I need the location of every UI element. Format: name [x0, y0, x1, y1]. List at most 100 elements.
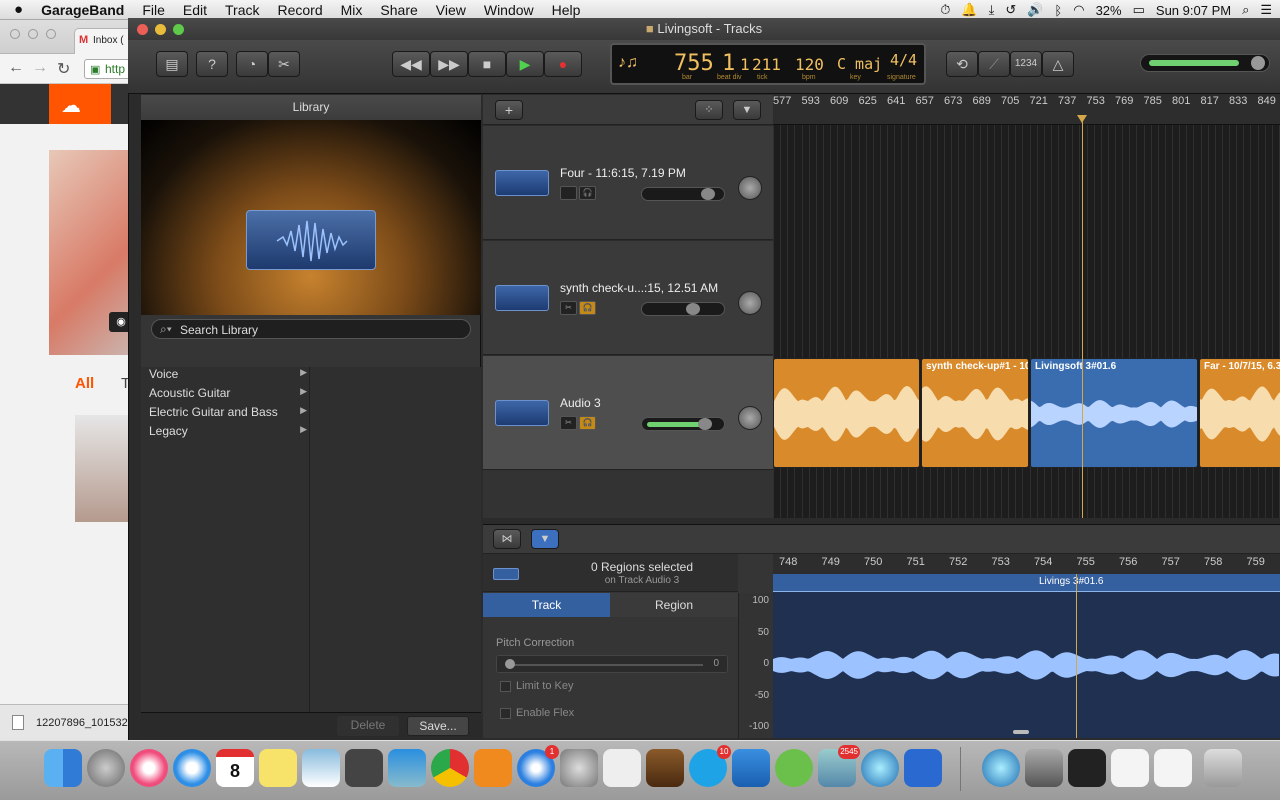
enable-flex-checkbox[interactable] — [500, 708, 511, 719]
fader-knob[interactable] — [698, 418, 712, 430]
library-item-voice[interactable]: Voice ▶ — [149, 367, 307, 385]
menu-share[interactable]: Share — [371, 2, 426, 18]
stop-button[interactable]: ■ — [468, 51, 506, 77]
menu-view[interactable]: View — [427, 2, 475, 18]
play-button[interactable]: ▶ — [506, 51, 544, 77]
ibooks-icon[interactable] — [474, 749, 512, 787]
document-1-icon[interactable] — [1111, 749, 1149, 787]
record-button[interactable]: ● — [544, 51, 582, 77]
preview-icon[interactable] — [302, 749, 340, 787]
delete-button[interactable]: Delete — [337, 716, 399, 736]
garageband-icon[interactable] — [646, 749, 684, 787]
editor-region-strip[interactable]: Livings 3#01.6 — [773, 574, 1280, 592]
system-preferences-icon[interactable] — [560, 749, 598, 787]
menu-mix[interactable]: Mix — [332, 2, 372, 18]
tuner-button[interactable]: ⟋ — [978, 51, 1010, 77]
tab-region[interactable]: Region — [610, 593, 738, 617]
menu-help[interactable]: Help — [543, 2, 590, 18]
fader-knob[interactable] — [686, 303, 700, 315]
bluetooth-dock-icon[interactable] — [904, 749, 942, 787]
fast-forward-button[interactable]: ▶▶ — [430, 51, 468, 77]
history-icon[interactable]: ↺ — [1005, 2, 1016, 18]
pan-knob[interactable] — [738, 291, 762, 315]
mail-icon[interactable]: 2545 — [818, 745, 860, 787]
audio-region[interactable] — [773, 358, 920, 468]
filter-button[interactable]: ▼ — [733, 100, 761, 120]
menu-record[interactable]: Record — [268, 2, 331, 18]
tracks-timeline[interactable]: 577 593 609 625 641 657 673 689 705 721 737 753 769 7… — [773, 95, 1280, 518]
track-header[interactable]: Four - 11:6:15, 7.19 PM 🎧 — [483, 126, 773, 240]
editor-ruler[interactable]: 748 749 750 751 752 753 754 755 756 757 758 759 — [773, 554, 1280, 574]
filter-all-tab[interactable]: All — [75, 375, 94, 392]
menu-window[interactable]: Window — [475, 2, 543, 18]
search-input[interactable]: ⌕▾ Search Library — [151, 319, 471, 339]
help-button[interactable]: ? — [196, 51, 228, 77]
tab-track[interactable]: Track — [483, 593, 610, 617]
automation-button[interactable]: ⁘ — [695, 100, 723, 120]
screenshot-2-icon[interactable] — [1068, 749, 1106, 787]
menu-edit[interactable]: Edit — [174, 2, 216, 18]
fader-knob[interactable] — [701, 188, 715, 200]
editor-playhead[interactable] — [1076, 574, 1077, 738]
calendar-icon[interactable]: 8 — [216, 749, 254, 787]
download-icon[interactable]: ⤓ — [989, 2, 995, 18]
instruments-icon[interactable] — [603, 749, 641, 787]
screenshot-1-icon[interactable] — [1025, 749, 1063, 787]
skype-icon[interactable]: 10 — [689, 745, 731, 787]
record-enable-button[interactable]: ✂ — [560, 301, 577, 315]
headphones-icon[interactable]: 🎧 — [579, 301, 596, 315]
tracks-empty-area[interactable] — [483, 470, 773, 518]
track-volume-slider[interactable] — [641, 417, 725, 431]
track-artwork[interactable] — [75, 415, 135, 522]
quicktime-icon[interactable] — [861, 749, 899, 787]
headphones-icon[interactable]: 🎧 — [579, 416, 596, 430]
editors-button[interactable]: ✂ — [268, 51, 300, 77]
apple-menu-icon[interactable]: ● — [0, 1, 32, 18]
slider-thumb[interactable] — [505, 659, 515, 669]
zoom-window-icon[interactable] — [46, 29, 56, 39]
close-button[interactable] — [137, 24, 148, 35]
volume-icon[interactable]: 🔊 — [1027, 2, 1043, 18]
master-volume-slider[interactable] — [1140, 54, 1270, 72]
stickies-icon[interactable] — [259, 749, 297, 787]
pan-knob[interactable] — [738, 176, 762, 200]
track-volume-slider[interactable] — [641, 302, 725, 316]
editor-filter-button[interactable]: ▼ — [531, 529, 559, 549]
document-2-icon[interactable] — [1154, 749, 1192, 787]
track-volume-slider[interactable] — [641, 187, 725, 201]
itunes-icon[interactable] — [130, 749, 168, 787]
playhead-handle-icon[interactable] — [1077, 115, 1087, 123]
audio-region[interactable]: synth check-up#1 - 10 — [921, 358, 1029, 468]
appstore-icon[interactable]: 1 — [517, 745, 559, 787]
rewind-button[interactable]: ◀◀ — [392, 51, 430, 77]
library-item-legacy[interactable]: Legacy ▶ — [149, 424, 307, 442]
headphones-icon[interactable]: 🎧 — [579, 186, 596, 200]
waveform-editor[interactable]: 748 749 750 751 752 753 754 755 756 757 758 759 Liv… — [773, 554, 1280, 738]
audio-region[interactable]: Livingsoft 3#01.6 — [1030, 358, 1198, 468]
library-item-electric-guitar[interactable]: Electric Guitar and Bass ▶ — [149, 405, 307, 423]
library-item-acoustic-guitar[interactable]: Acoustic Guitar ▶ — [149, 386, 307, 404]
clock[interactable]: Sun 9:07 PM — [1156, 3, 1231, 18]
launchpad-icon[interactable] — [87, 749, 125, 787]
count-in-button[interactable]: 1234 — [1010, 51, 1042, 77]
lcd-mode-icon[interactable]: ♪♫ — [618, 54, 638, 72]
reload-icon[interactable]: ↻ — [57, 59, 70, 79]
facetime-icon[interactable] — [345, 749, 383, 787]
metronome-button[interactable]: △ — [1042, 51, 1074, 77]
app-menu[interactable]: GarageBand — [32, 2, 133, 18]
editor-scroll-thumb[interactable] — [1013, 730, 1029, 734]
limit-to-key-checkbox[interactable] — [500, 681, 511, 692]
playhead[interactable] — [1077, 115, 1087, 518]
audio-region[interactable]: Far - 10/7/15, 6.3 — [1199, 358, 1280, 468]
cycle-button[interactable]: ⟲ — [946, 51, 978, 77]
spotify-icon[interactable] — [775, 749, 813, 787]
library-button[interactable]: ▤ — [156, 51, 188, 77]
editor-catch-button[interactable]: ⋈ — [493, 529, 521, 549]
spotlight-icon[interactable]: ⌕ — [1242, 2, 1249, 18]
wifi-icon[interactable]: ◠ — [1073, 2, 1084, 18]
pan-knob[interactable] — [738, 406, 762, 430]
bluetooth-icon[interactable]: ᛒ — [1054, 3, 1062, 18]
battery-percent[interactable]: 32% — [1096, 3, 1122, 18]
safari-icon[interactable] — [173, 749, 211, 787]
zoom-button[interactable] — [173, 24, 184, 35]
